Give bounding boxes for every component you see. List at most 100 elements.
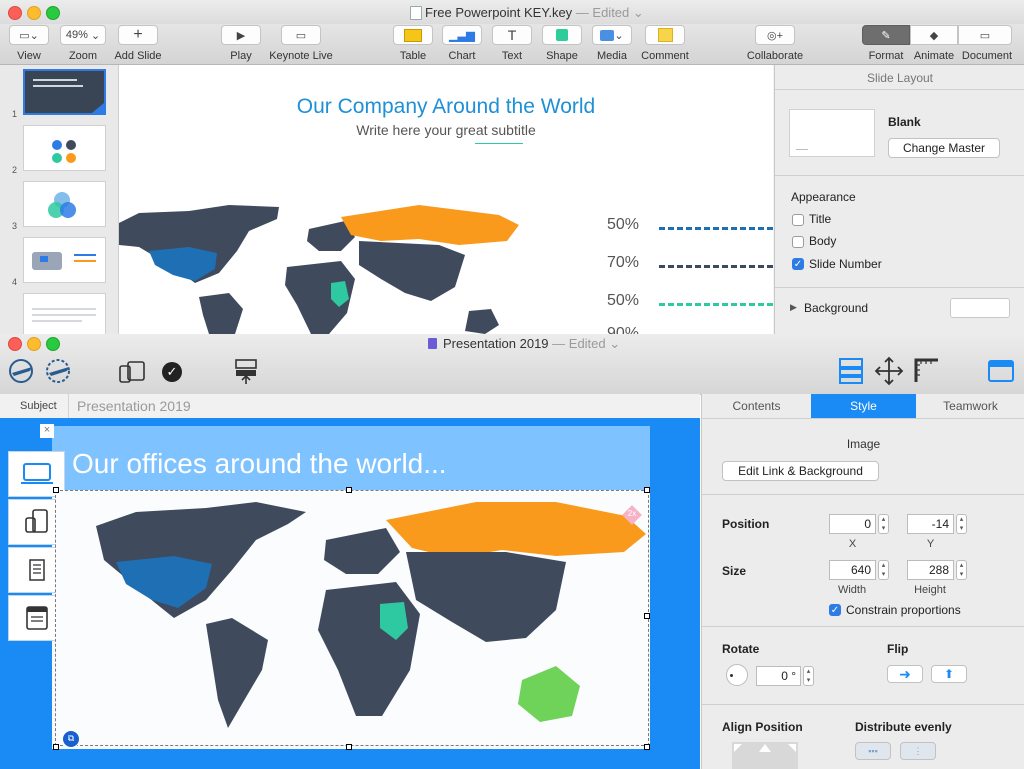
collaborate-button[interactable]: ◎+ (755, 25, 795, 45)
laptop-icon (20, 463, 53, 484)
arrange-icon[interactable] (232, 356, 260, 386)
resize-handle[interactable] (346, 744, 352, 750)
resize-handle[interactable] (53, 744, 59, 750)
resize-handle[interactable] (53, 487, 59, 493)
arrow-up-icon: ⬆ (943, 667, 955, 681)
stat-line (659, 303, 773, 306)
add-slide-button[interactable]: + (118, 25, 158, 45)
move-arrows-icon[interactable] (874, 356, 904, 386)
ruler-icon[interactable] (912, 356, 942, 386)
distribute-horizontal-icon: ▪▪▪ (868, 746, 878, 756)
media-button[interactable]: ⌄ (592, 25, 632, 45)
flip-horizontal-button[interactable]: ➜ (887, 665, 923, 683)
format-button[interactable]: ✎ (862, 25, 910, 45)
slide-thumbnail-1[interactable] (23, 69, 106, 115)
chevron-down-icon[interactable]: ⌄ (633, 5, 644, 20)
x-position-field[interactable]: 0 (829, 514, 876, 534)
table-label: Table (399, 50, 427, 62)
play-icon: ▶ (236, 29, 246, 42)
y-label: Y (926, 538, 935, 550)
tab-style[interactable]: Style (811, 394, 916, 418)
link-icon[interactable]: ⧉ (62, 730, 80, 748)
stat-line (659, 227, 773, 230)
change-master-button[interactable]: Change Master (888, 138, 1000, 158)
slide-canvas[interactable]: Our Company Around the World Write here … (119, 65, 773, 334)
canvas-heading[interactable]: Our offices around the world... (72, 448, 447, 480)
document-button[interactable]: ▭ (958, 25, 1012, 45)
distribute-horizontal-button[interactable]: ▪▪▪ (855, 742, 891, 760)
checkmark-icon[interactable]: ✓ (162, 362, 182, 382)
layout-icon[interactable] (836, 356, 866, 386)
x-stepper[interactable]: ▴ ▾ (878, 514, 889, 534)
view-button[interactable]: ▭⌄ (9, 25, 49, 45)
plane-dashed-icon[interactable] (44, 358, 74, 384)
close-window-button[interactable] (8, 337, 22, 351)
distribute-evenly-label: Distribute evenly (855, 720, 952, 734)
slide-number-option-label: Slide Number (809, 257, 882, 271)
disclosure-triangle-icon[interactable]: ▶ (790, 302, 797, 313)
text-button[interactable]: T (492, 25, 532, 45)
slide-thumbnail-2[interactable] (23, 125, 106, 171)
chevron-down-icon[interactable]: ⌄ (609, 336, 620, 351)
body-checkbox[interactable] (792, 236, 804, 248)
minimize-window-button[interactable] (27, 337, 41, 351)
title-option-label: Title (809, 212, 832, 226)
tab-contents[interactable]: Contents (702, 394, 811, 418)
plus-icon: + (133, 26, 143, 43)
constrain-proportions-checkbox[interactable]: ✓ (829, 604, 841, 616)
slide-title[interactable]: Our Company Around the World (119, 95, 773, 119)
world-map-image[interactable] (119, 201, 519, 334)
plane-outline-icon[interactable] (8, 358, 38, 384)
resize-handle[interactable] (644, 613, 650, 619)
distribute-vertical-button[interactable]: ⋮ (900, 742, 936, 760)
shape-button[interactable] (542, 25, 582, 45)
presentation-title-status: — Edited (552, 336, 606, 351)
body-option-label: Body (809, 234, 837, 248)
slide-number: 4 (12, 277, 18, 287)
play-button[interactable]: ▶ (221, 25, 261, 45)
flip-vertical-button[interactable]: ⬆ (931, 665, 967, 683)
keynote-live-icon: ▭ (295, 29, 307, 42)
table-button[interactable] (393, 25, 433, 45)
subject-input[interactable]: Presentation 2019 (77, 398, 191, 414)
zoom-select[interactable]: 49% ⌄ (60, 25, 106, 45)
animate-button[interactable]: ◆ (910, 25, 958, 45)
devices-icon[interactable] (118, 360, 150, 384)
height-field[interactable]: 288 (907, 560, 954, 580)
editor-canvas[interactable]: × Our offices around the world... 2x ⧉ (0, 418, 700, 769)
slide-thumbnail-3[interactable] (23, 181, 106, 227)
comment-button[interactable] (645, 25, 685, 45)
resize-handle[interactable] (346, 487, 352, 493)
minimize-window-button[interactable] (27, 6, 41, 20)
rotate-field[interactable]: 0 ° (756, 666, 801, 686)
resize-handle[interactable] (644, 487, 650, 493)
height-label: Height (914, 584, 946, 596)
zoom-window-button[interactable] (46, 6, 60, 20)
inspector-toggle-icon[interactable] (986, 358, 1016, 384)
layout-thumbnail[interactable] (789, 109, 875, 157)
close-window-button[interactable] (8, 6, 22, 20)
tab-teamwork[interactable]: Teamwork (916, 394, 1024, 418)
close-icon[interactable]: × (40, 424, 54, 438)
align-position-grid[interactable] (732, 742, 798, 769)
collaborate-icon: ◎+ (766, 29, 784, 42)
paintbrush-icon: ✎ (881, 29, 891, 42)
height-stepper[interactable]: ▴ ▾ (956, 560, 967, 580)
resize-handle[interactable] (644, 744, 650, 750)
keynote-live-button[interactable]: ▭ (281, 25, 321, 45)
zoom-window-button[interactable] (46, 337, 60, 351)
y-stepper[interactable]: ▴ ▾ (956, 514, 967, 534)
y-position-field[interactable]: -14 (907, 514, 954, 534)
rotate-knob[interactable] (726, 664, 748, 686)
slide-thumbnail-5[interactable] (23, 293, 106, 339)
chart-button[interactable]: ▁▃▆ (442, 25, 482, 45)
slide-number-checkbox[interactable]: ✓ (792, 258, 804, 270)
width-stepper[interactable]: ▴ ▾ (878, 560, 889, 580)
rotate-stepper[interactable]: ▴ ▾ (803, 666, 814, 686)
slide-subtitle[interactable]: Write here your great subtitle (119, 122, 773, 138)
slide-thumbnail-4[interactable] (23, 237, 106, 283)
background-color-well[interactable] (950, 298, 1010, 318)
title-checkbox[interactable] (792, 214, 804, 226)
edit-link-background-button[interactable]: Edit Link & Background (722, 461, 879, 481)
width-field[interactable]: 640 (829, 560, 876, 580)
